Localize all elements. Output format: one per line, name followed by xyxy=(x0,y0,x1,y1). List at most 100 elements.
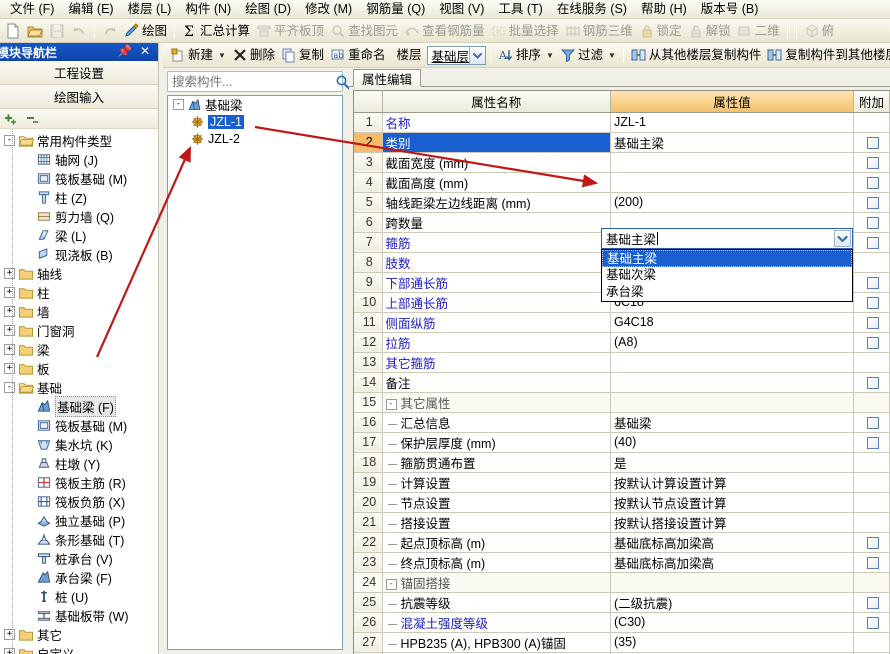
property-name-cell[interactable]: 上部通长筋 xyxy=(382,292,611,313)
floor-select[interactable]: 基础层 xyxy=(426,45,487,65)
property-attach-cell[interactable] xyxy=(853,292,890,313)
close-icon[interactable]: ✕ xyxy=(140,44,150,58)
collapse-icon[interactable]: - xyxy=(385,578,397,590)
attach-checkbox[interactable] xyxy=(867,376,879,389)
toolbar-button-draw-icon[interactable]: 绘图 xyxy=(121,21,170,41)
nav-tree-leaf-0-2[interactable]: 柱 (Z) xyxy=(0,188,158,207)
property-attach-cell[interactable] xyxy=(853,592,890,613)
tab-property-editor[interactable]: 属性编辑 xyxy=(353,69,422,87)
property-row[interactable]: 20 节点设置 按默认节点设置计算 xyxy=(354,492,890,513)
attach-checkbox[interactable] xyxy=(867,416,879,429)
nav-tree-leaf-7-9[interactable]: 承台梁 (F) xyxy=(0,568,158,587)
property-name-cell[interactable]: 保护层厚度 (mm) xyxy=(382,432,611,453)
property-name-cell[interactable]: 备注 xyxy=(382,372,611,393)
nav-tree-leaf-7-7[interactable]: 条形基础 (T) xyxy=(0,530,158,549)
chevron-down-icon[interactable] xyxy=(469,46,486,64)
property-row[interactable]: 5 轴线距梁左边线距离 (mm) (200) xyxy=(354,192,890,213)
nav-tree-leaf-7-1[interactable]: 筏板基础 (M) xyxy=(0,416,158,435)
property-name-cell[interactable]: 箍筋贯通布置 xyxy=(382,452,611,473)
property-name-cell[interactable]: 截面高度 (mm) xyxy=(382,172,611,193)
attach-checkbox[interactable] xyxy=(867,316,879,329)
property-name-cell[interactable]: 终点顶标高 (m) xyxy=(382,552,611,573)
property-value-cell[interactable]: (35) xyxy=(610,632,854,653)
nav-tree-leaf-7-0[interactable]: 基础梁 (F) xyxy=(0,396,158,417)
property-row[interactable]: 23 终点顶标高 (m) 基础底标高加梁高 xyxy=(354,552,890,573)
nav-tree-node-6[interactable]: + 板 xyxy=(0,359,158,378)
property-name-cell[interactable]: 节点设置 xyxy=(382,492,611,513)
expand-icon[interactable]: + xyxy=(4,306,15,317)
expand-icon[interactable]: + xyxy=(4,344,15,355)
attach-checkbox[interactable] xyxy=(867,196,879,209)
property-name-cell[interactable]: 箍筋 xyxy=(382,232,611,253)
nav-tree-leaf-7-3[interactable]: 柱墩 (Y) xyxy=(0,454,158,473)
property-attach-cell[interactable] xyxy=(853,172,890,193)
property-name-cell[interactable]: 抗震等级 xyxy=(382,592,611,613)
property-value-cell[interactable]: 基础底标高加梁高 xyxy=(610,552,854,573)
nav-tree-node-8[interactable]: + 其它 xyxy=(0,625,158,644)
chevron-down-icon[interactable]: ▼ xyxy=(608,51,616,60)
property-attach-cell[interactable] xyxy=(853,212,890,233)
expand-icon[interactable]: + xyxy=(4,629,15,640)
chevron-down-icon[interactable]: ▼ xyxy=(546,51,554,60)
attach-checkbox[interactable] xyxy=(867,336,879,349)
nav-tree-leaf-7-11[interactable]: 基础板带 (W) xyxy=(0,606,158,625)
property-name-cell[interactable]: HPB235 (A), HPB300 (A)锚固 xyxy=(382,632,611,653)
collapse-icon[interactable]: - xyxy=(385,398,397,410)
property-row[interactable]: 17 保护层厚度 (mm) (40) xyxy=(354,432,890,453)
property-row[interactable]: 21 搭接设置 按默认搭接设置计算 xyxy=(354,512,890,533)
attach-checkbox[interactable] xyxy=(867,236,879,249)
attach-checkbox[interactable] xyxy=(867,556,879,569)
menu-item-6[interactable]: 钢筋量 (Q) xyxy=(359,0,432,18)
nav-tree-leaf-0-5[interactable]: 现浇板 (B) xyxy=(0,245,158,264)
expand-all-icon[interactable] xyxy=(4,112,19,125)
attach-checkbox[interactable] xyxy=(867,536,879,549)
property-row[interactable]: 24- 锚固搭接 xyxy=(354,572,890,593)
toolbar-button-open-folder-icon[interactable] xyxy=(24,21,46,41)
nav-tree-leaf-7-5[interactable]: 筏板负筋 (X) xyxy=(0,492,158,511)
collapse-icon[interactable]: - xyxy=(4,135,15,146)
filter-button[interactable]: 过滤 ▼ xyxy=(557,45,619,65)
search-input[interactable] xyxy=(170,73,335,90)
category-value-editor[interactable]: 基础主梁 xyxy=(601,228,853,249)
property-name-cell[interactable]: 其它箍筋 xyxy=(382,352,611,373)
property-value-cell[interactable]: (A8) xyxy=(610,332,854,353)
component-node-1[interactable]: JZL-1 xyxy=(168,113,342,130)
property-row[interactable]: 13 其它箍筋 xyxy=(354,352,890,373)
property-value-cell[interactable]: 基础主梁 xyxy=(610,132,854,153)
expand-icon[interactable]: + xyxy=(4,268,15,279)
nav-tree-leaf-0-4[interactable]: 梁 (L) xyxy=(0,226,158,245)
property-name-cell[interactable]: 轴线距梁左边线距离 (mm) xyxy=(382,192,611,213)
property-row[interactable]: 18 箍筋贯通布置 是 xyxy=(354,452,890,473)
nav-tree-node-3[interactable]: + 墙 xyxy=(0,302,158,321)
property-value-cell[interactable] xyxy=(610,172,854,193)
property-attach-cell[interactable] xyxy=(853,552,890,573)
property-name-cell[interactable]: 类别 xyxy=(382,132,611,153)
expand-icon[interactable]: + xyxy=(4,287,15,298)
property-row[interactable]: 19 计算设置 按默认计算设置计算 xyxy=(354,472,890,493)
new-component-button[interactable]: 新建 ▼ xyxy=(167,45,229,65)
rename-component-button[interactable]: ab 重命名 xyxy=(327,45,389,65)
nav-tree-node-4[interactable]: + 门窗洞 xyxy=(0,321,158,340)
property-row[interactable]: 11 侧面纵筋 G4C18 xyxy=(354,312,890,333)
property-value-cell[interactable]: 是 xyxy=(610,452,854,473)
menu-item-0[interactable]: 文件 (F) xyxy=(3,0,61,18)
attach-checkbox[interactable] xyxy=(867,136,879,149)
property-value-cell[interactable] xyxy=(610,152,854,173)
property-row[interactable]: 22 起点顶标高 (m) 基础底标高加梁高 xyxy=(354,532,890,553)
copy-from-other-floor-button[interactable]: 从其他楼层复制构件 xyxy=(628,45,765,65)
nav-tree-node-9[interactable]: + 自定义 xyxy=(0,644,158,654)
nav-tree-leaf-7-4[interactable]: 筏板主筋 (R) xyxy=(0,473,158,492)
sort-button[interactable]: A 排序 ▼ xyxy=(495,45,557,65)
chevron-down-icon[interactable]: ▼ xyxy=(218,51,226,60)
dropdown-option-1[interactable]: 基础次梁 xyxy=(602,267,852,284)
menu-item-4[interactable]: 绘图 (D) xyxy=(238,0,298,18)
property-value-cell[interactable]: (C30) xyxy=(610,612,854,633)
property-attach-cell[interactable] xyxy=(853,332,890,353)
collapse-icon[interactable]: - xyxy=(173,99,184,110)
property-name-cell[interactable]: 汇总信息 xyxy=(382,412,611,433)
nav-tree-leaf-7-10[interactable]: 桩 (U) xyxy=(0,587,158,606)
property-attach-cell[interactable] xyxy=(853,232,890,253)
property-row[interactable]: 1 名称 JZL-1 xyxy=(354,112,890,133)
property-row[interactable]: 3 截面宽度 (mm) xyxy=(354,152,890,173)
property-attach-cell[interactable] xyxy=(853,412,890,433)
